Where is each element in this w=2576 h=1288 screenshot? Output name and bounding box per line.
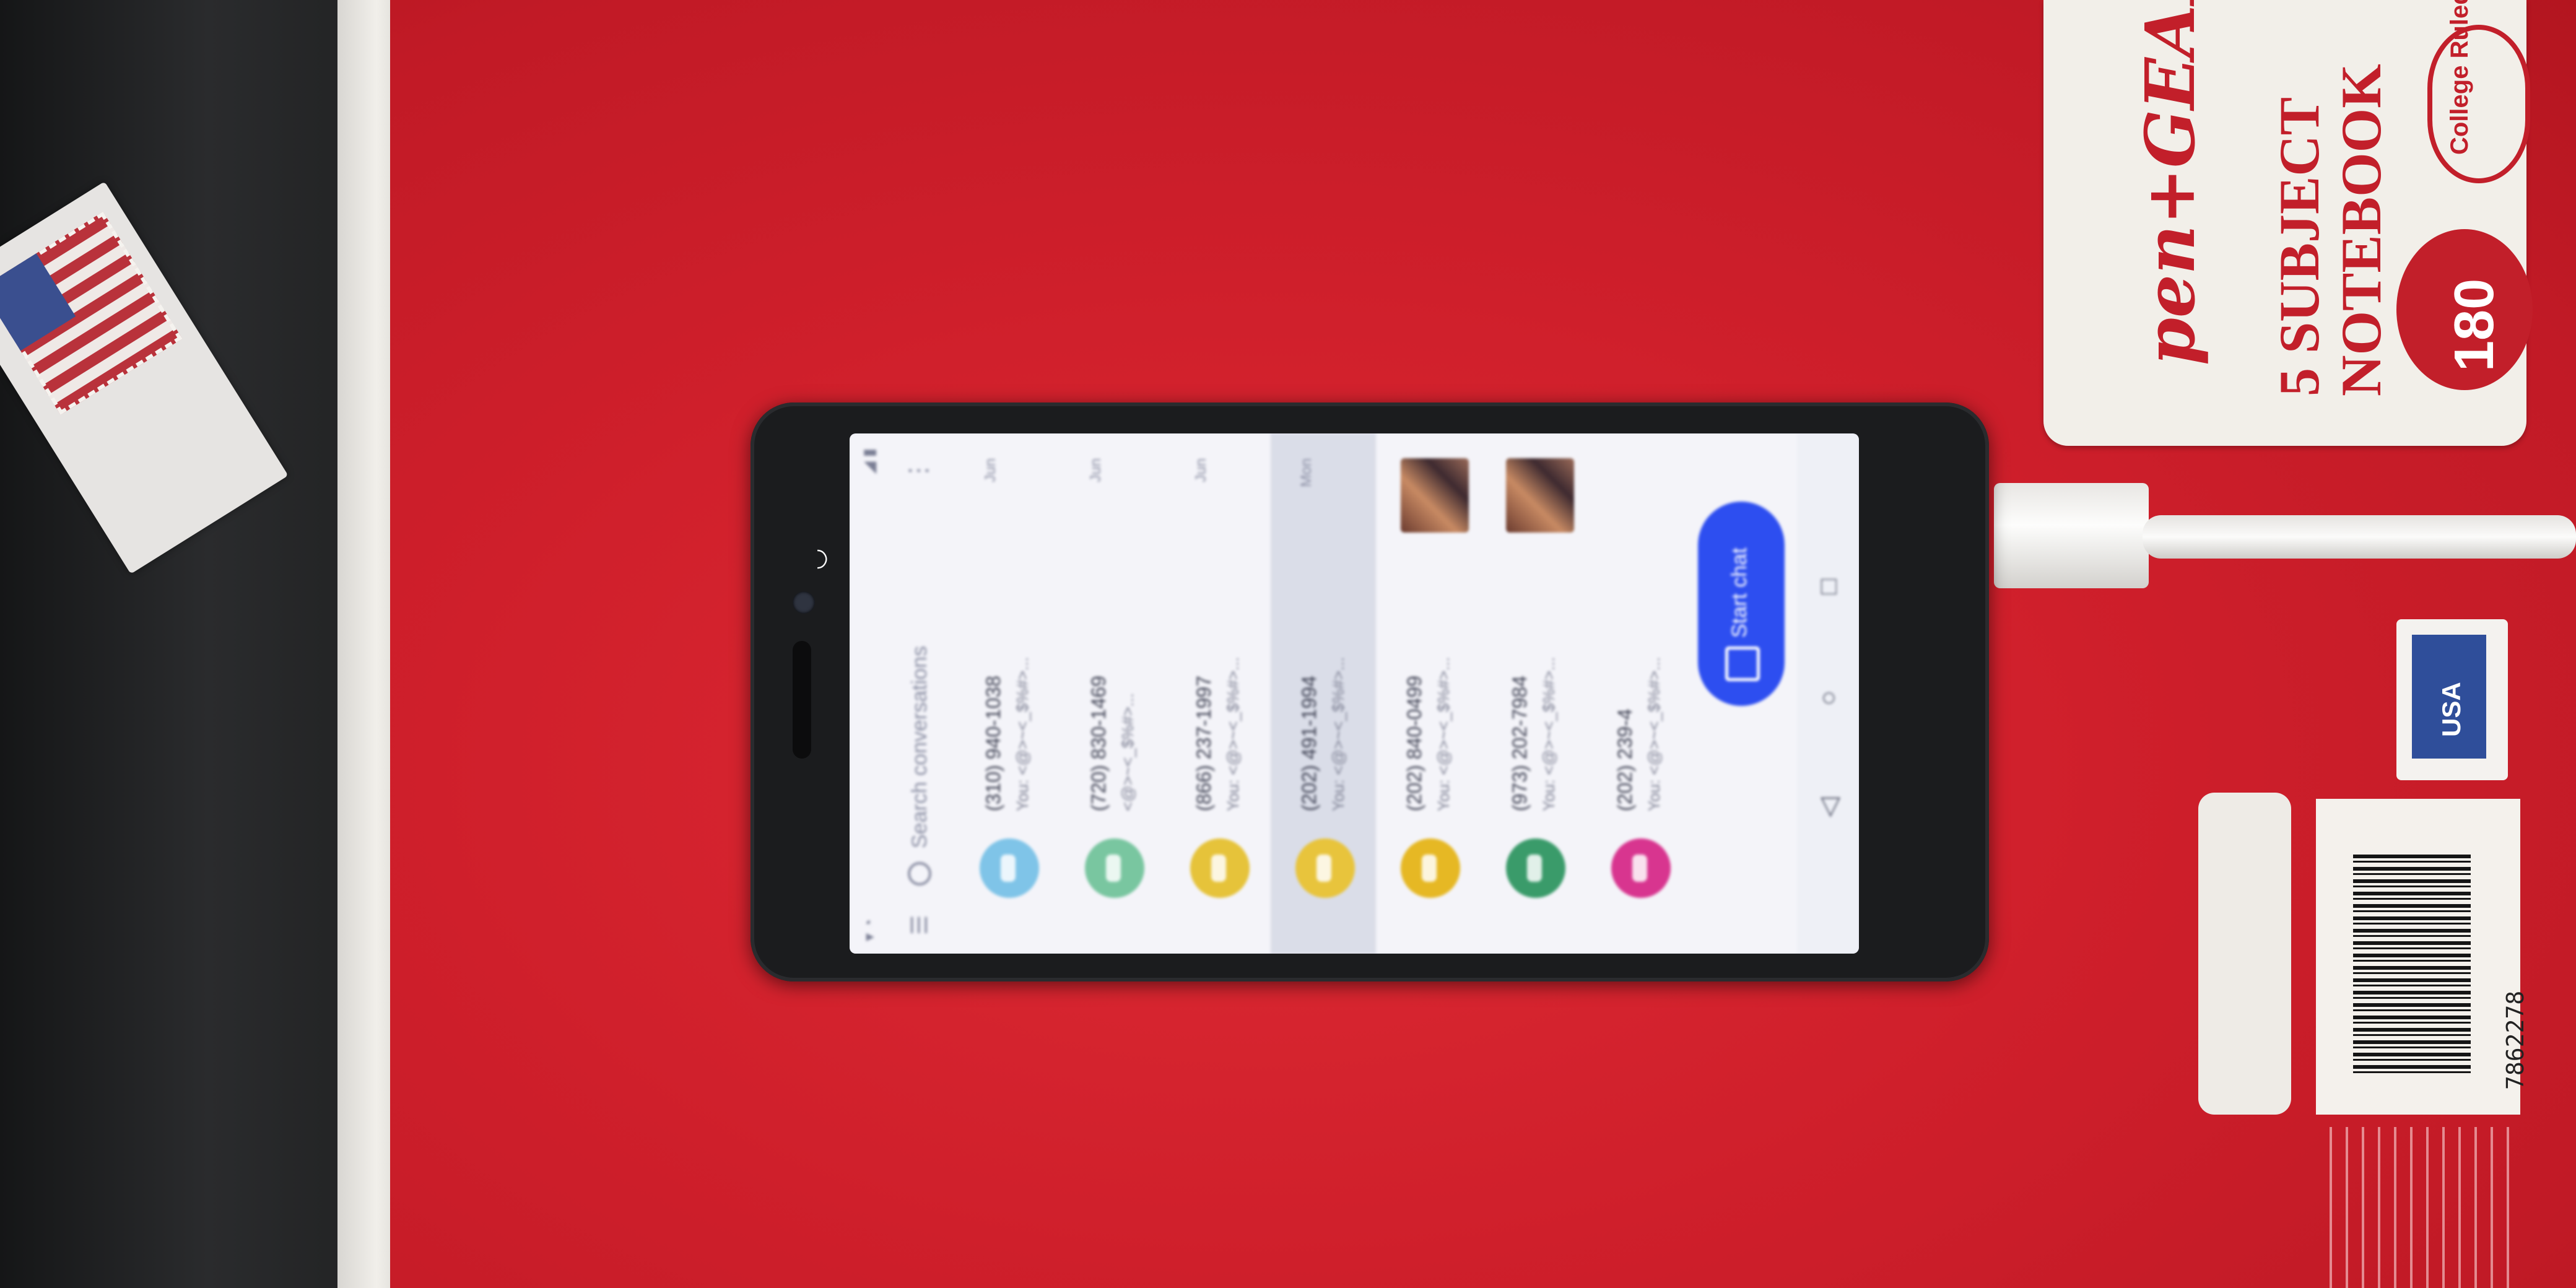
- image-thumbnail[interactable]: [1506, 458, 1574, 533]
- front-camera: [793, 591, 815, 614]
- cover-fine-print: [2316, 1127, 2520, 1288]
- college-ruled-text: College Ruled: [2446, 0, 2473, 155]
- barcode-number: 7862278: [2502, 990, 2529, 1090]
- avatar: [1506, 838, 1565, 898]
- conversation-time: Jun: [982, 458, 999, 482]
- desk-surface: [0, 0, 347, 1288]
- avatar: [1085, 838, 1144, 898]
- college-ruled-badge: [2427, 25, 2530, 183]
- conversation-name: (202) 840-0499: [1403, 676, 1425, 811]
- notebook-title-line2: NOTEBOOK: [2330, 64, 2393, 396]
- search-bar[interactable]: ☰ Search conversations ⋮: [893, 433, 949, 954]
- status-indicators: ▾ ◔: [859, 919, 878, 941]
- conversation-item[interactable]: (202) 491-1994 You: <@>~<_$%#>... Mon: [1271, 433, 1376, 954]
- messages-app: ▾ ◔ ◢ ▮ ☰ Search conversations ⋮ (310) 9…: [850, 433, 1859, 954]
- conversation-name: (973) 202-7984: [1508, 676, 1531, 811]
- conversation-item[interactable]: (973) 202-7984 You: <@>~<_$%#>...: [1481, 433, 1586, 954]
- avatar: [1401, 838, 1460, 898]
- filter-icon[interactable]: ☰: [907, 915, 933, 935]
- notification-led-icon: ◡: [802, 548, 830, 570]
- conversation-snippet: You: <@>~<_$%#>...: [1329, 657, 1347, 811]
- back-icon[interactable]: ◁: [1813, 798, 1843, 817]
- notebook-brand: pen+GEAR: [2130, 0, 2210, 365]
- image-thumbnail[interactable]: [1401, 458, 1469, 533]
- usb-plug: [1994, 483, 2149, 588]
- battery-signal-icons: ◢ ▮: [859, 448, 878, 474]
- info-sticker: [2198, 793, 2291, 1115]
- barcode: [2353, 855, 2471, 1077]
- status-bar: ▾ ◔ ◢ ▮: [850, 433, 887, 954]
- conversation-snippet: You: <@>~<_$%#>...: [1539, 657, 1558, 811]
- more-menu-icon[interactable]: ⋮: [904, 458, 933, 483]
- search-icon: [908, 862, 931, 886]
- system-nav-bar: ◁ ○ □: [1797, 433, 1859, 954]
- conversation-name: (310) 940-1038: [982, 676, 1004, 811]
- chat-icon: [1725, 646, 1760, 681]
- avatar: [1611, 838, 1671, 898]
- home-icon[interactable]: ○: [1813, 690, 1843, 706]
- recents-icon[interactable]: □: [1813, 579, 1843, 594]
- conversation-name: (866) 237-1997: [1193, 676, 1215, 811]
- conversation-name: (202) 239-4: [1614, 708, 1636, 811]
- conversation-snippet: You: <@>~<_$%#>...: [1013, 657, 1032, 811]
- earpiece: [793, 641, 811, 759]
- start-chat-button[interactable]: Start chat: [1698, 502, 1785, 706]
- conversation-name: (720) 830-1469: [1087, 676, 1110, 811]
- conversation-snippet: You: <@>~<_$%#>...: [1434, 657, 1453, 811]
- conversation-time: Mon: [1298, 458, 1315, 487]
- conversation-snippet: You: <@>~<_$%#>...: [1645, 657, 1663, 811]
- conversation-time: Jun: [1193, 458, 1209, 482]
- conversation-snippet: You: <@>~<_$%#>...: [1224, 657, 1242, 811]
- conversation-item[interactable]: (720) 830-1469 <@>~<_$%#>... Jun: [1060, 433, 1165, 954]
- start-chat-label: Start chat: [1728, 547, 1751, 638]
- avatar: [980, 838, 1039, 898]
- search-input[interactable]: Search conversations: [908, 646, 932, 848]
- conversation-item[interactable]: (202) 840-0499 You: <@>~<_$%#>...: [1376, 433, 1481, 954]
- phone-screen[interactable]: ▾ ◔ ◢ ▮ ☰ Search conversations ⋮ (310) 9…: [850, 433, 1859, 954]
- sheet-count-text: 180: [2443, 278, 2505, 372]
- conversation-snippet: <@>~<_$%#>...: [1118, 693, 1137, 811]
- usa-badge-text: USA: [2437, 682, 2466, 737]
- conversation-item[interactable]: (866) 237-1997 You: <@>~<_$%#>... Jun: [1165, 433, 1271, 954]
- notebook-title-line1: 5 SUBJECT: [2268, 97, 2331, 396]
- conversation-item[interactable]: (202) 239-4 You: <@>~<_$%#>...: [1586, 433, 1692, 954]
- conversation-name: (202) 491-1994: [1298, 676, 1320, 811]
- conversation-time: Jun: [1087, 458, 1104, 482]
- avatar: [1295, 838, 1355, 898]
- avatar: [1190, 838, 1250, 898]
- usb-cable: [2143, 515, 2576, 559]
- conversation-item[interactable]: (310) 940-1038 You: <@>~<_$%#>... Jun: [955, 433, 1060, 954]
